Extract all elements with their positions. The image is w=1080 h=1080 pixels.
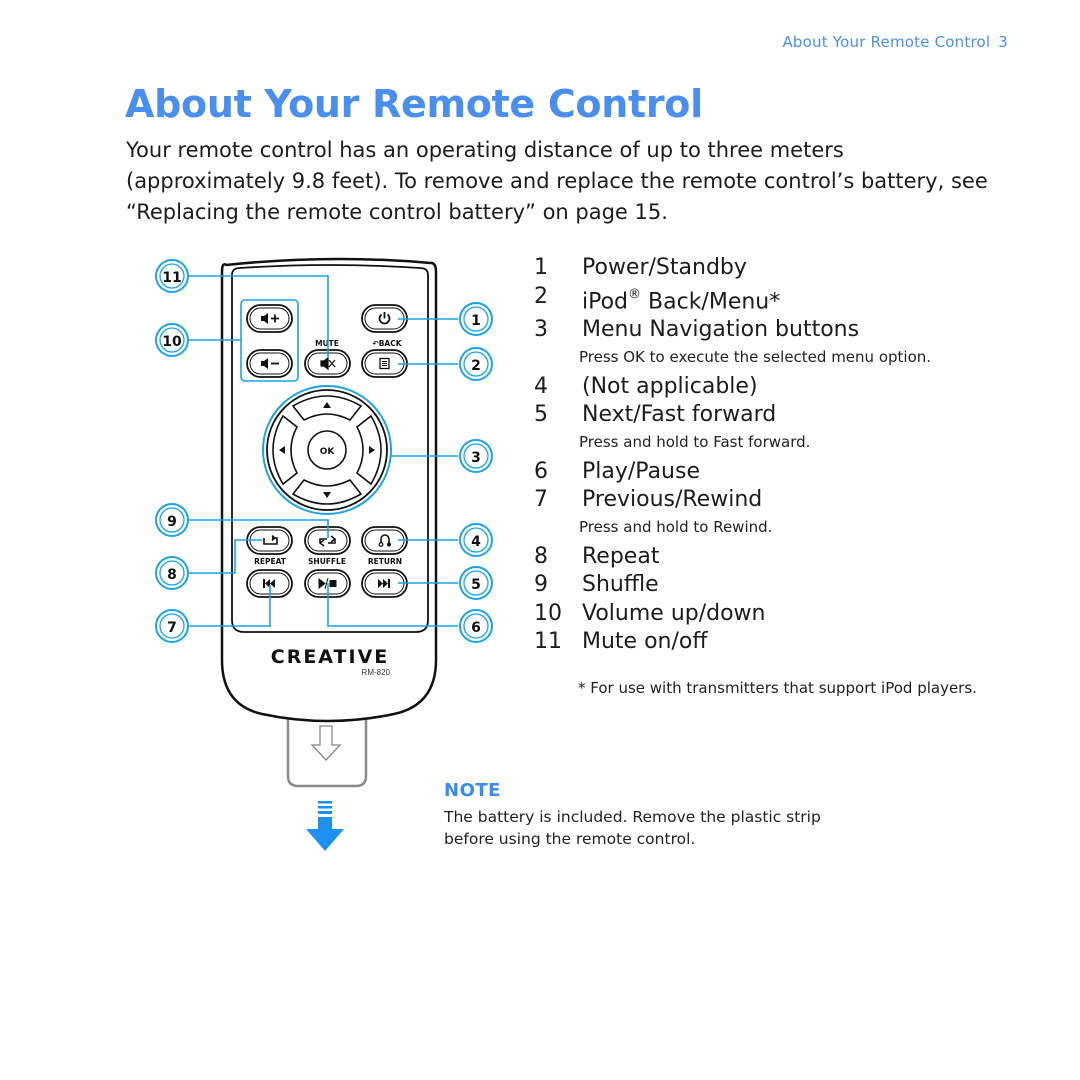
callout-6: 6: [459, 609, 493, 643]
svg-text:11: 11: [162, 270, 181, 286]
shuffle-label: SHUFFLE: [308, 557, 346, 566]
legend-item-2: 2 iPod® Back/Menu*: [534, 283, 781, 314]
legend-item-9: 9 Shuffle: [534, 572, 659, 598]
return-label: RETURN: [368, 557, 402, 566]
callout-4: 4: [459, 523, 493, 557]
callout-2: 2: [459, 347, 493, 381]
legend-item-6: 6 Play/Pause: [534, 458, 700, 484]
callout-10: 10: [155, 323, 189, 357]
legend-item-11: 11 Mute on/off: [534, 629, 708, 655]
pull-down-arrow-icon: [306, 801, 344, 851]
ipod-footnote: * For use with transmitters that support…: [578, 679, 977, 697]
legend-item-3-note: Press OK to execute the selected menu op…: [579, 347, 932, 366]
legend-item-7: 7 Previous/Rewind: [534, 487, 763, 513]
legend-item-5: 5 Next/Fast forward: [534, 402, 777, 428]
navigation-pad: OK: [262, 385, 392, 515]
svg-text:8: 8: [167, 567, 177, 583]
callout-5: 5: [459, 566, 493, 600]
legend-item-10: 10 Volume up/down: [534, 600, 766, 626]
svg-text:10: 10: [162, 334, 182, 350]
svg-text:2: 2: [471, 358, 481, 374]
svg-text:1: 1: [471, 313, 481, 329]
button-legend: 1 Power/Standby 2 iPod® Back/Menu* 3 Menu N…: [530, 254, 1000, 657]
callout-8: 8: [155, 556, 189, 590]
callout-11: 11: [155, 259, 189, 293]
model-number: RM-820: [362, 668, 391, 677]
svg-text:9: 9: [167, 514, 177, 530]
callout-9: 9: [155, 503, 189, 537]
ok-button[interactable]: OK: [307, 430, 347, 470]
legend-item-3: 3 Menu Navigation buttons: [534, 317, 860, 343]
brand-logo: CREATIVE: [271, 646, 390, 668]
back-label: ↶BACK: [372, 339, 402, 348]
note-heading: NOTE: [444, 780, 501, 801]
mute-label: MUTE: [315, 339, 339, 348]
callout-1: 1: [459, 302, 493, 336]
svg-text:6: 6: [471, 620, 481, 636]
ok-label: OK: [320, 447, 336, 457]
svg-text:7: 7: [167, 620, 177, 636]
legend-item-5-note: Press and hold to Fast forward.: [579, 432, 811, 451]
repeat-label: REPEAT: [254, 557, 287, 566]
battery-strip: [286, 712, 368, 788]
svg-text:3: 3: [471, 450, 481, 466]
svg-text:4: 4: [471, 534, 481, 550]
legend-item-7-note: Press and hold to Rewind.: [579, 517, 773, 536]
note-body: The battery is included. Remove the plas…: [444, 808, 821, 848]
legend-item-4: 4 (Not applicable): [534, 373, 758, 399]
callout-7: 7: [155, 609, 189, 643]
callout-3: 3: [459, 439, 493, 473]
svg-text:5: 5: [471, 577, 481, 593]
legend-item-8: 8 Repeat: [534, 543, 660, 569]
volume-up-button[interactable]: [246, 304, 293, 333]
legend-item-1: 1 Power/Standby: [534, 255, 747, 280]
volume-down-button[interactable]: [246, 349, 293, 378]
